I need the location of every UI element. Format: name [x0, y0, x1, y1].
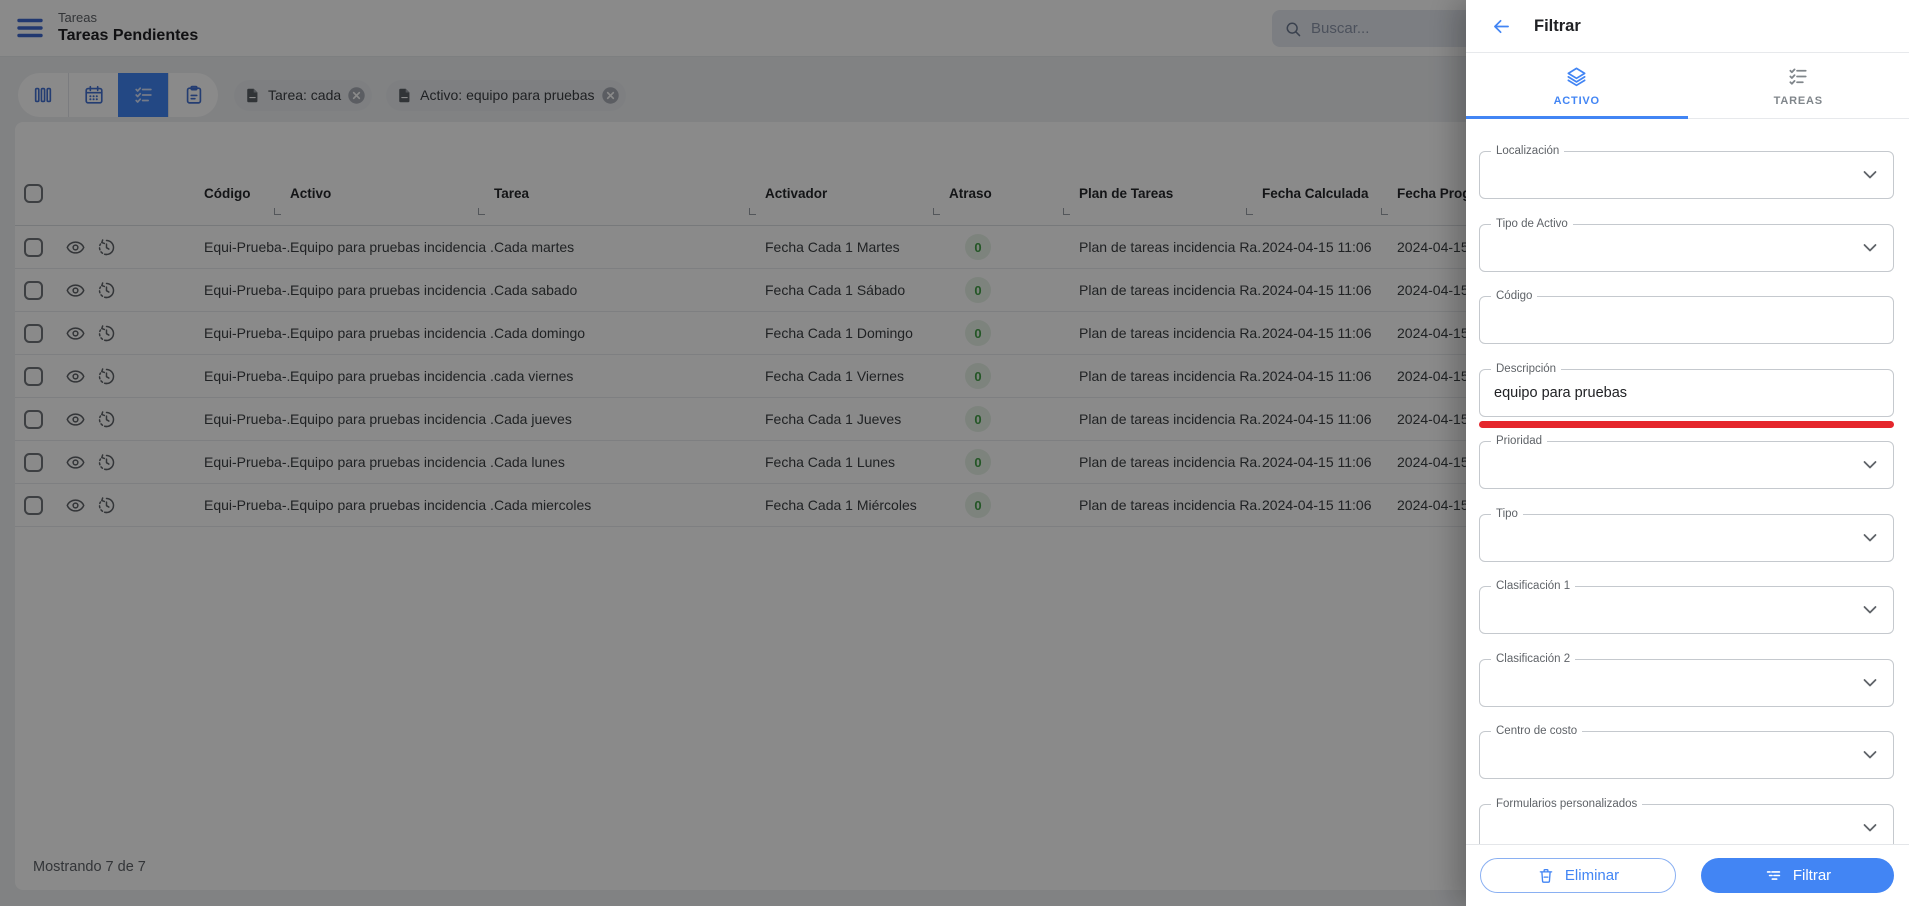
chevron-down-icon — [1863, 678, 1877, 687]
tab-tareas[interactable]: TAREAS — [1688, 53, 1909, 118]
tab-tareas-label: TAREAS — [1773, 94, 1823, 107]
drawer-footer: Eliminar Filtrar — [1466, 844, 1909, 906]
field-label: Prioridad — [1491, 434, 1548, 449]
filter-lines-icon — [1766, 871, 1781, 880]
arrow-left-icon — [1493, 19, 1509, 33]
field-label: Código — [1491, 289, 1538, 304]
filter-field[interactable]: Código — [1479, 289, 1894, 344]
chevron-down-icon — [1863, 171, 1877, 180]
delete-filters-label: Eliminar — [1564, 867, 1620, 884]
error-underline — [1479, 420, 1894, 428]
drawer-title: Filtrar — [1534, 16, 1581, 35]
apply-filter-label: Filtrar — [1792, 867, 1832, 884]
field-value: equipo para pruebas — [1494, 384, 1628, 401]
apply-filter-button[interactable]: Filtrar — [1701, 858, 1894, 893]
chevron-down-icon — [1863, 606, 1877, 615]
field-label: Tipo de Activo — [1491, 216, 1573, 232]
filter-field[interactable]: Tipo — [1479, 506, 1894, 562]
filter-field[interactable]: Localización — [1479, 144, 1894, 199]
layers-icon — [1567, 66, 1586, 86]
active-tab-indicator — [1466, 116, 1688, 119]
field-label: Centro de costo — [1491, 724, 1583, 739]
filter-field[interactable]: Clasificación 1 — [1479, 579, 1894, 634]
field-label: Formularios personalizados — [1491, 796, 1643, 812]
filter-field[interactable]: Tipo de Activo — [1479, 216, 1894, 272]
filter-field[interactable]: Descripción equipo para pruebas — [1479, 361, 1894, 428]
field-label: Clasificación 1 — [1491, 579, 1576, 594]
filter-field[interactable]: Formularios personalizados — [1479, 796, 1894, 844]
filter-field[interactable]: Prioridad — [1479, 434, 1894, 489]
field-label: Descripción — [1491, 361, 1562, 377]
filter-field[interactable]: Centro de costo — [1479, 724, 1894, 779]
tasks-icon — [1789, 67, 1807, 85]
chevron-down-icon — [1863, 751, 1877, 760]
tab-activo[interactable]: ACTIVO — [1466, 53, 1688, 118]
field-label: Clasificación 2 — [1491, 651, 1576, 667]
filter-field[interactable]: Clasificación 2 — [1479, 651, 1894, 707]
tab-activo-label: ACTIVO — [1553, 94, 1600, 107]
chevron-down-icon — [1863, 461, 1877, 470]
delete-filters-button[interactable]: Eliminar — [1480, 858, 1676, 893]
chevron-down-icon — [1863, 243, 1877, 252]
filter-drawer: Filtrar ACTIVO TAREAS Localización Tipo … — [1466, 0, 1909, 906]
trash-icon — [1539, 868, 1553, 883]
filter-form: Localización Tipo de Activo Código Descr… — [1466, 119, 1909, 844]
back-button[interactable] — [1486, 11, 1516, 41]
field-label: Localización — [1491, 144, 1565, 159]
chevron-down-icon — [1863, 533, 1877, 542]
drawer-tabs: ACTIVO TAREAS — [1466, 53, 1909, 119]
drawer-header: Filtrar — [1466, 0, 1909, 53]
field-label: Tipo — [1491, 506, 1523, 522]
chevron-down-icon — [1863, 823, 1877, 832]
